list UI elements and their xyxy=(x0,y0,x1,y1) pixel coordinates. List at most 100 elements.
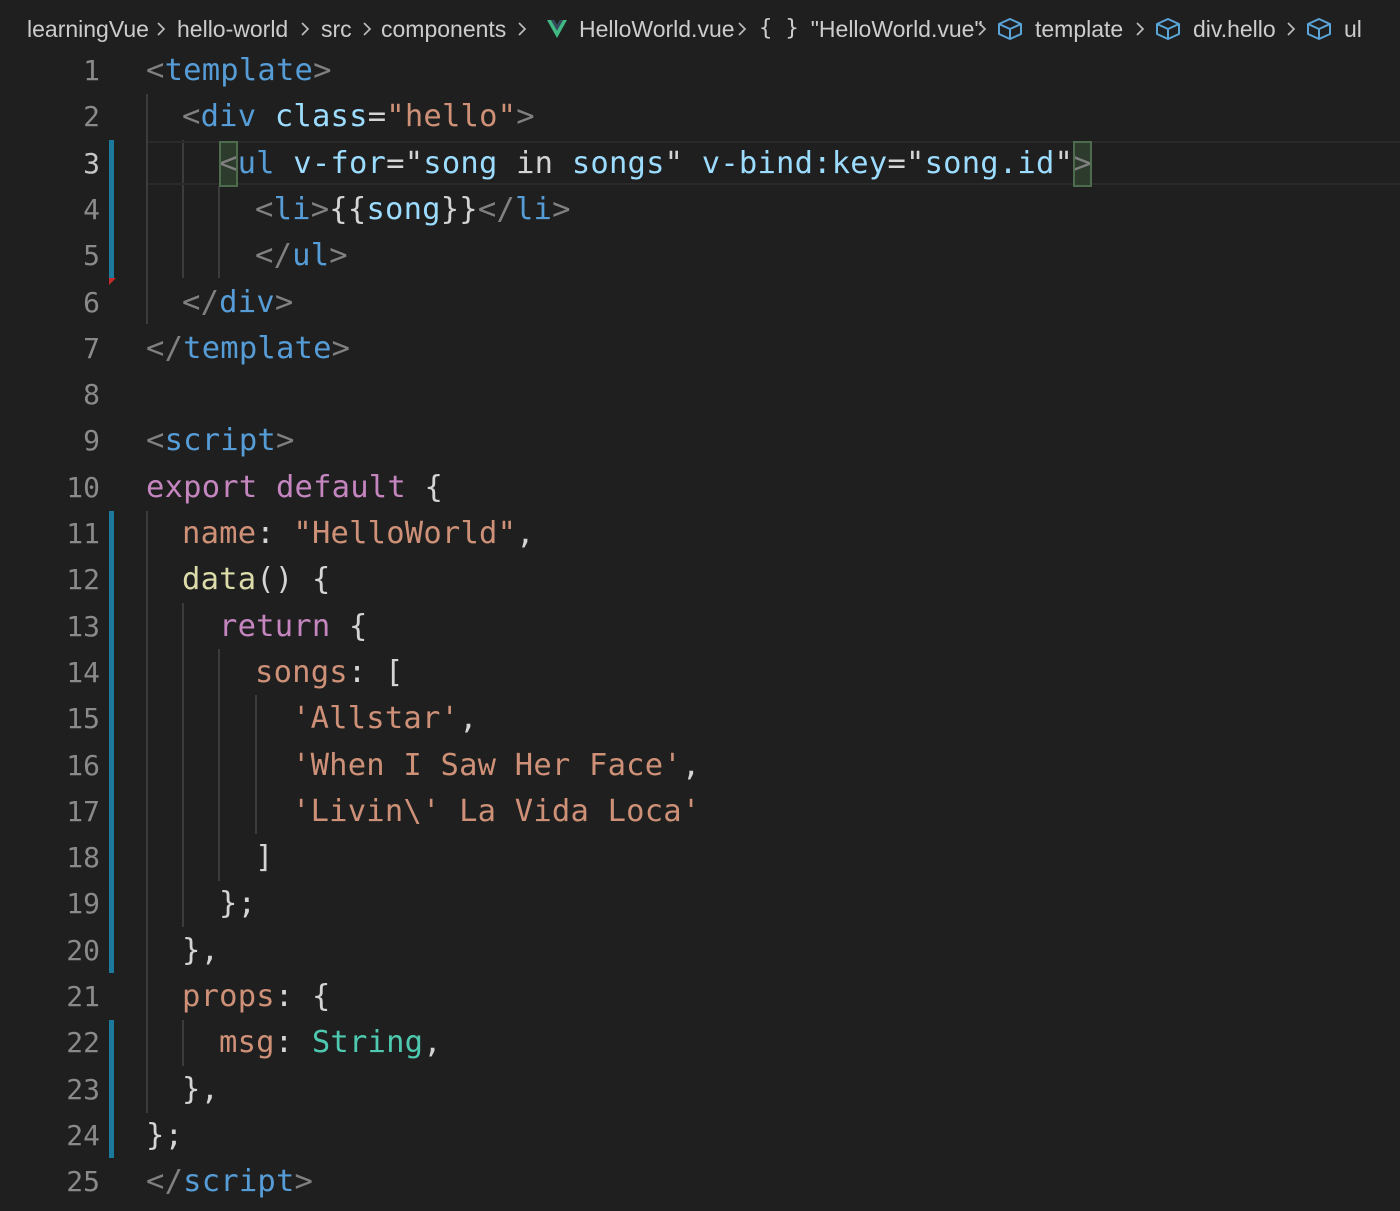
breadcrumb: learningVue hello-world src components H… xyxy=(0,0,1400,52)
token: 'Livin\' La Vida Loca' xyxy=(292,793,701,829)
code-line-active[interactable]: 3 <ul v-for="song in songs" v-bind:key="… xyxy=(0,140,1400,187)
code-line[interactable]: 22 msg: String, xyxy=(0,1020,1400,1066)
token: script xyxy=(183,1164,295,1200)
token: " xyxy=(404,145,424,181)
code-line[interactable]: 14 songs: [ xyxy=(0,650,1400,696)
breadcrumb-label: hello-world xyxy=(177,16,289,42)
token: class xyxy=(274,99,368,135)
token: export xyxy=(146,469,258,505)
token: < xyxy=(146,423,165,459)
line-number: 4 xyxy=(83,192,100,226)
matching-bracket: < xyxy=(219,140,238,187)
code-line[interactable]: 4 <li>{{song}}</li> xyxy=(0,187,1400,233)
code-line[interactable]: 13 return { xyxy=(0,604,1400,650)
code-line[interactable]: 7 </template> xyxy=(0,326,1400,372)
breadcrumb-item-project[interactable]: learningVue xyxy=(27,14,149,44)
code-line[interactable]: 10 export default { xyxy=(0,465,1400,511)
code-line[interactable]: 5 </ul> xyxy=(0,233,1400,279)
token: "HelloWorld" xyxy=(293,516,517,551)
code-line[interactable]: 8 xyxy=(0,372,1400,418)
vscode-editor-window: learningVue hello-world src components H… xyxy=(0,0,1400,1211)
breadcrumb-item-ul[interactable]: ul xyxy=(1306,14,1362,44)
code-line[interactable]: 19 }; xyxy=(0,881,1400,927)
line-number: 25 xyxy=(66,1165,100,1199)
code-line[interactable]: 16 'When I Saw Her Face', xyxy=(0,743,1400,789)
line-number: 11 xyxy=(66,517,100,550)
code-text: props: { xyxy=(182,974,331,1020)
breadcrumb-item-module[interactable]: { } "HelloWorld.vue" xyxy=(759,14,983,44)
chevron-right-icon xyxy=(154,14,168,44)
code-text: ] xyxy=(255,835,274,881)
line-number: 21 xyxy=(66,980,100,1013)
breadcrumb-item-template[interactable]: template xyxy=(997,14,1123,44)
token: </ xyxy=(146,1164,184,1200)
token: ] xyxy=(255,840,274,876)
line-number: 16 xyxy=(66,748,100,782)
token: "hello" xyxy=(386,99,517,135)
code-text: </template> xyxy=(146,326,350,372)
cube-icon xyxy=(1155,17,1181,41)
code-line[interactable]: 6 </div> xyxy=(0,280,1400,326)
token: > xyxy=(275,423,295,459)
token: }, xyxy=(182,1071,220,1107)
code-line[interactable]: 23 }, xyxy=(0,1067,1400,1113)
code-line[interactable]: 25 </script> xyxy=(0,1159,1400,1205)
breadcrumb-item-components[interactable]: components xyxy=(381,14,506,44)
token: " xyxy=(1054,145,1074,181)
code-line[interactable]: 17 'Livin\' La Vida Loca' xyxy=(0,789,1400,835)
token: > xyxy=(552,191,571,227)
chevron-right-icon xyxy=(515,14,529,44)
token: > xyxy=(294,1164,314,1200)
code-line[interactable]: 21 props: { xyxy=(0,974,1400,1020)
breadcrumb-item-div-hello[interactable]: div.hello xyxy=(1155,14,1276,44)
code-line[interactable]: 18 ] xyxy=(0,835,1400,881)
token: }, xyxy=(182,932,220,968)
cube-icon xyxy=(1306,17,1332,41)
breadcrumb-label: ul xyxy=(1344,16,1362,42)
line-number: 13 xyxy=(66,609,100,643)
code-text: }, xyxy=(182,1067,219,1113)
token: songs xyxy=(255,654,348,690)
code-line[interactable]: 15 'Allstar', xyxy=(0,696,1400,742)
token: ul xyxy=(292,238,330,274)
chevron-right-icon xyxy=(1133,14,1147,44)
token: }; xyxy=(146,1117,184,1153)
code-line[interactable]: 2 <div class="hello"> xyxy=(0,94,1400,140)
code-line[interactable]: 20 }, xyxy=(0,928,1400,974)
vue-logo-icon xyxy=(547,20,567,38)
token: " xyxy=(906,145,925,181)
code-text: name: "HelloWorld", xyxy=(182,511,535,557)
code-text: <div class="hello"> xyxy=(182,94,535,140)
breadcrumb-label: "HelloWorld.vue" xyxy=(810,16,983,42)
breadcrumb-item-file[interactable]: HelloWorld.vue xyxy=(547,14,735,44)
token: < xyxy=(182,99,201,135)
token: div xyxy=(219,284,275,320)
token: : xyxy=(256,516,294,551)
token: > xyxy=(516,99,535,135)
token: in xyxy=(497,145,572,181)
code-text: 'Livin\' La Vida Loca' xyxy=(292,789,700,835)
token: template xyxy=(164,53,314,88)
line-number: 19 xyxy=(66,887,100,921)
token: = xyxy=(386,145,405,181)
line-number: 24 xyxy=(66,1118,100,1152)
token: li xyxy=(514,191,553,227)
code-text: msg: String, xyxy=(219,1020,442,1066)
line-number: 18 xyxy=(66,841,100,875)
breadcrumb-item-hello-world[interactable]: hello-world xyxy=(177,14,288,44)
code-line[interactable]: 24 }; xyxy=(0,1113,1400,1159)
token: > xyxy=(310,191,330,227)
code-editor[interactable]: 1 <template> 2 <div class="hello"> 3 <ul… xyxy=(0,48,1400,1211)
token: , xyxy=(423,1025,442,1061)
code-line[interactable]: 9 <script> xyxy=(0,418,1400,464)
breadcrumb-item-src[interactable]: src xyxy=(321,14,352,44)
line-number: 5 xyxy=(83,239,100,273)
token: : xyxy=(274,1025,312,1061)
token: }; xyxy=(219,886,257,922)
code-line[interactable]: 11 name: "HelloWorld", xyxy=(0,511,1400,557)
code-line[interactable]: 1 <template> xyxy=(0,48,1400,94)
token: = xyxy=(887,145,907,181)
code-line[interactable]: 12 data() { xyxy=(0,557,1400,603)
code-text: }, xyxy=(182,928,219,974)
